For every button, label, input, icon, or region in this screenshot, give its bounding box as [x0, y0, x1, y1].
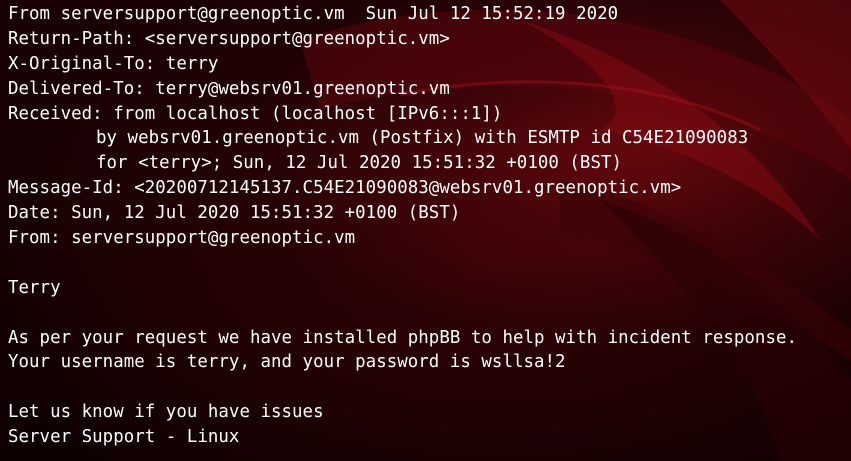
terminal-output: From serversupport@greenoptic.vm Sun Jul…	[8, 2, 848, 450]
mail-closing: Let us know if you have issues	[8, 402, 324, 423]
message-id-header: Message-Id: <20200712145137.C54E21090083…	[8, 178, 682, 199]
x-original-to-header: X-Original-To: terry	[8, 53, 219, 74]
mail-body-line: As per your request we have installed ph…	[8, 327, 798, 348]
mail-greeting: Terry	[8, 277, 61, 298]
return-path-header: Return-Path: <serversupport@greenoptic.v…	[8, 28, 450, 49]
mail-signature: Server Support - Linux	[8, 427, 240, 448]
date-header: Date: Sun, 12 Jul 2020 15:51:32 +0100 (B…	[8, 203, 461, 224]
from-header: From: serversupport@greenoptic.vm	[8, 228, 356, 249]
terminal-window[interactable]: From serversupport@greenoptic.vm Sun Jul…	[0, 0, 851, 461]
received-header-continued-2: for <terry>; Sun, 12 Jul 2020 15:51:32 +…	[96, 153, 623, 174]
delivered-to-header: Delivered-To: terry@websrv01.greenoptic.…	[8, 78, 450, 99]
mail-body-line: Your username is terry, and your passwor…	[8, 352, 566, 373]
received-header-continued: by websrv01.greenoptic.vm (Postfix) with…	[96, 128, 749, 149]
mail-from-line: From serversupport@greenoptic.vm Sun Jul…	[8, 4, 619, 24]
received-header: Received: from localhost (localhost [IPv…	[8, 103, 503, 124]
